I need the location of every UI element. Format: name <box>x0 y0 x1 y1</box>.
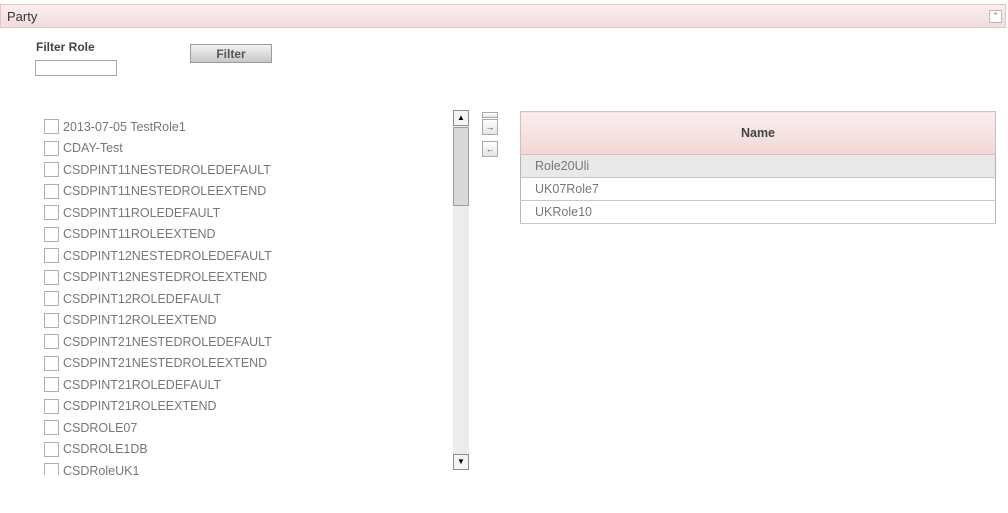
scroll-up-icon[interactable]: ▲ <box>453 110 469 126</box>
role-checkbox[interactable] <box>44 441 59 457</box>
role-item[interactable]: CSDROLE07 <box>44 417 444 439</box>
role-checkbox[interactable] <box>44 226 59 242</box>
role-label: CSDPINT11NESTEDROLEEXTEND <box>63 184 267 199</box>
role-item[interactable]: CDAY-Test <box>44 138 444 160</box>
role-checkbox[interactable] <box>44 334 59 350</box>
role-label: CSDPINT11ROLEEXTEND <box>63 227 216 242</box>
panel-header: Party ⌃ <box>0 4 1006 28</box>
scroll-down-icon[interactable]: ▼ <box>453 454 469 470</box>
role-checkbox[interactable] <box>44 205 59 221</box>
table-row[interactable]: Role20Uli <box>520 154 996 178</box>
role-item[interactable]: CSDPINT11ROLEEXTEND <box>44 224 444 246</box>
role-item[interactable]: CSDPINT12NESTEDROLEEXTEND <box>44 267 444 289</box>
role-list-scrollbar[interactable]: ▲ ▼ <box>453 110 469 470</box>
chevron-double-up-icon[interactable]: ⌃ <box>989 10 1002 23</box>
role-label: CSDPINT21ROLEEXTEND <box>63 399 217 414</box>
role-item[interactable]: CSDPINT11NESTEDROLEDEFAULT <box>44 159 444 181</box>
table-row[interactable]: UKRole10 <box>520 200 996 224</box>
role-item[interactable]: CSDROLE1DB <box>44 439 444 461</box>
role-checkbox-list: 2013-07-05 TestRole1 CDAY-Test CSDPINT11… <box>44 116 444 475</box>
role-item[interactable]: 2013-07-05 TestRole1 <box>44 116 444 138</box>
role-checkbox[interactable] <box>44 162 59 178</box>
role-item[interactable]: CSDPINT12NESTEDROLEDEFAULT <box>44 245 444 267</box>
role-label: CSDPINT12NESTEDROLEDEFAULT <box>63 248 272 263</box>
filter-role-label: Filter Role <box>36 40 95 54</box>
role-checkbox[interactable] <box>44 140 59 156</box>
panel-title: Party <box>7 9 38 24</box>
name-column-header[interactable]: Name <box>520 111 996 155</box>
table-cell[interactable]: UKRole10 <box>520 200 996 224</box>
role-label: CSDPINT11ROLEDEFAULT <box>63 205 221 220</box>
move-button-edge <box>482 112 498 118</box>
role-label: CSDRoleUK1 <box>63 463 140 475</box>
role-item[interactable]: CSDPINT12ROLEDEFAULT <box>44 288 444 310</box>
role-checkbox[interactable] <box>44 312 59 328</box>
role-item[interactable]: CSDPINT21ROLEEXTEND <box>44 396 444 418</box>
arrow-right-icon[interactable]: → <box>482 119 498 135</box>
scroll-thumb[interactable] <box>453 127 469 206</box>
role-checkbox[interactable] <box>44 377 59 393</box>
role-item[interactable]: CSDRoleUK1 <box>44 460 444 475</box>
arrow-left-icon[interactable]: ← <box>482 141 498 157</box>
role-checkbox[interactable] <box>44 398 59 414</box>
role-checkbox[interactable] <box>44 248 59 264</box>
role-label: CSDROLE07 <box>63 420 138 435</box>
table-cell[interactable]: Role20Uli <box>520 154 996 178</box>
role-checkbox[interactable] <box>44 269 59 285</box>
role-checkbox[interactable] <box>44 355 59 371</box>
role-label: CSDPINT21NESTEDROLEDEFAULT <box>63 334 272 349</box>
role-label: CSDPINT12ROLEDEFAULT <box>63 291 222 306</box>
role-label: CSDPINT12NESTEDROLEEXTEND <box>63 270 268 285</box>
role-label: CSDPINT21ROLEDEFAULT <box>63 377 222 392</box>
role-checkbox[interactable] <box>44 420 59 436</box>
table-cell[interactable]: UK07Role7 <box>520 177 996 201</box>
role-item[interactable]: CSDPINT21NESTEDROLEDEFAULT <box>44 331 444 353</box>
role-item[interactable]: CSDPINT11NESTEDROLEEXTEND <box>44 181 444 203</box>
assigned-roles-table: Name Role20Uli UK07Role7 UKRole10 <box>520 111 996 224</box>
role-checkbox[interactable] <box>44 291 59 307</box>
role-item[interactable]: CSDPINT12ROLEEXTEND <box>44 310 444 332</box>
table-row[interactable]: UK07Role7 <box>520 177 996 201</box>
role-label: 2013-07-05 TestRole1 <box>63 119 186 134</box>
role-label: CSDPINT12ROLEEXTEND <box>63 313 217 328</box>
role-item[interactable]: CSDPINT11ROLEDEFAULT <box>44 202 444 224</box>
role-checkbox[interactable] <box>44 183 59 199</box>
role-item[interactable]: CSDPINT21ROLEDEFAULT <box>44 374 444 396</box>
filter-role-input[interactable] <box>35 60 117 76</box>
role-label: CSDROLE1DB <box>63 442 148 457</box>
role-checkbox[interactable] <box>44 463 59 475</box>
role-checkbox[interactable] <box>44 119 59 135</box>
role-item[interactable]: CSDPINT21NESTEDROLEEXTEND <box>44 353 444 375</box>
role-label: CDAY-Test <box>63 141 123 156</box>
role-label: CSDPINT21NESTEDROLEEXTEND <box>63 356 268 371</box>
role-label: CSDPINT11NESTEDROLEDEFAULT <box>63 162 271 177</box>
filter-button[interactable]: Filter <box>190 44 272 63</box>
